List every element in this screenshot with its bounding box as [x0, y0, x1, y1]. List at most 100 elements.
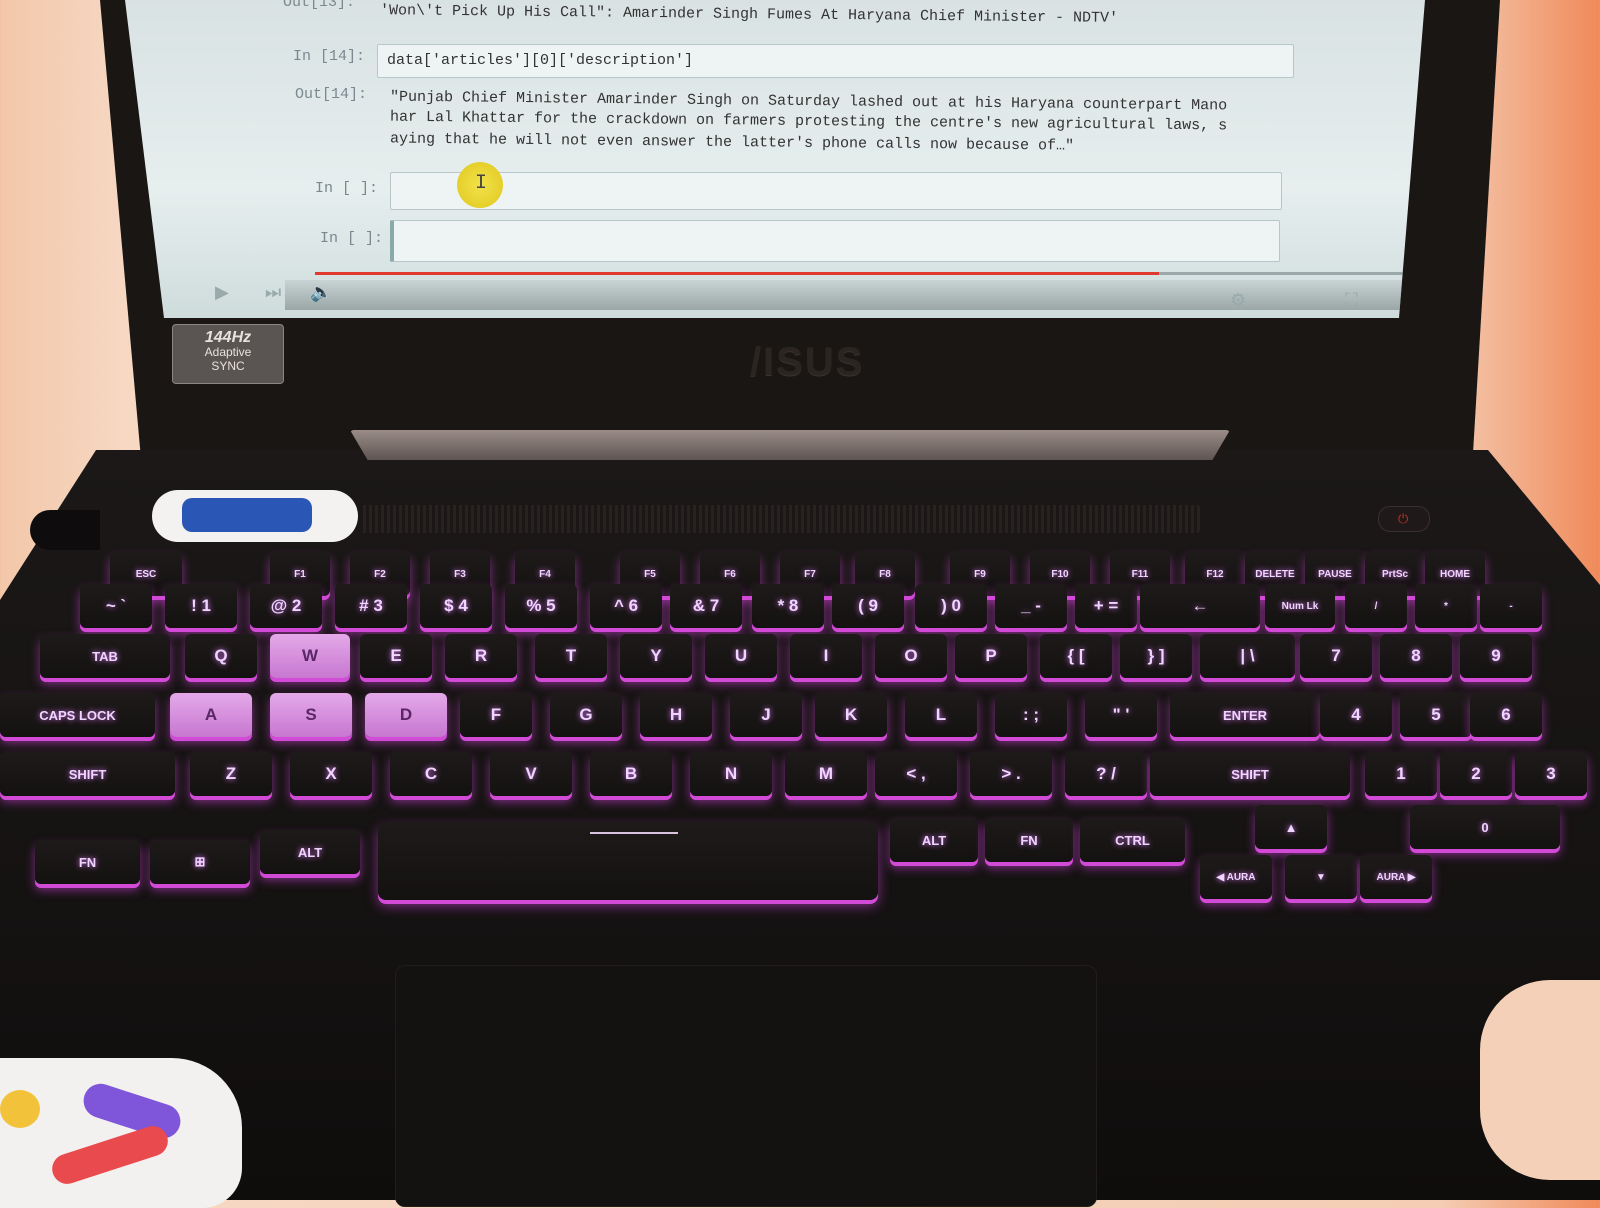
key-5[interactable]: % 5 — [505, 584, 577, 628]
logo-sticker — [0, 1058, 242, 1208]
key-0[interactable]: ) 0 — [915, 584, 987, 628]
key-7[interactable]: 7 — [1300, 634, 1372, 678]
key-[interactable]: ? / — [1065, 752, 1147, 796]
key-9[interactable]: 9 — [1460, 634, 1532, 678]
touchpad[interactable] — [395, 965, 1097, 1207]
empty-cell-1[interactable] — [390, 172, 1282, 210]
spacebar-mark — [590, 832, 678, 834]
key-v[interactable]: V — [490, 752, 572, 796]
key-6[interactable]: 6 — [1470, 693, 1542, 737]
key-e[interactable]: E — [360, 634, 432, 678]
key-9[interactable]: ( 9 — [832, 584, 904, 628]
key-q[interactable]: Q — [185, 634, 257, 678]
key-fn[interactable]: FN — [985, 818, 1073, 862]
key-alt[interactable]: ALT — [260, 830, 360, 874]
play-icon[interactable]: ▶ — [215, 282, 229, 303]
key-j[interactable]: J — [730, 693, 802, 737]
key-[interactable]: | \ — [1200, 634, 1295, 678]
key-o[interactable]: O — [875, 634, 947, 678]
key-[interactable]: ← — [1140, 584, 1260, 628]
key-g[interactable]: G — [550, 693, 622, 737]
settings-icon[interactable]: ⚙ — [1230, 290, 1246, 311]
key-z[interactable]: Z — [190, 752, 272, 796]
key-n[interactable]: N — [690, 752, 772, 796]
key-2[interactable]: @ 2 — [250, 584, 322, 628]
key-[interactable]: / — [1345, 584, 1407, 628]
key-r[interactable]: R — [445, 634, 517, 678]
key-shift[interactable]: SHIFT — [0, 752, 175, 796]
key-d[interactable]: D — [365, 693, 447, 737]
key-1[interactable]: 1 — [1365, 752, 1437, 796]
key-8[interactable]: 8 — [1380, 634, 1452, 678]
key-k[interactable]: K — [815, 693, 887, 737]
key-7[interactable]: & 7 — [670, 584, 742, 628]
key-aura[interactable]: AURA ▶ — [1360, 855, 1432, 899]
key-a[interactable]: A — [170, 693, 252, 737]
key-6[interactable]: ^ 6 — [590, 584, 662, 628]
out13-text: 'Won\'t Pick Up His Call": Amarinder Sin… — [379, 2, 1119, 27]
key-tab[interactable]: TAB — [40, 634, 170, 678]
key-[interactable]: } ] — [1120, 634, 1192, 678]
usb-cable — [30, 510, 100, 550]
key-b[interactable]: B — [590, 752, 672, 796]
car-graphic — [182, 498, 312, 532]
key-w[interactable]: W — [270, 634, 350, 678]
empty-cell-2-prompt: In [ ]: — [320, 230, 384, 247]
key-[interactable]: < , — [875, 752, 957, 796]
key-num-lk[interactable]: Num Lk — [1265, 584, 1335, 628]
key-i[interactable]: I — [790, 634, 862, 678]
laptop-screen: Out[13]: 'Won\'t Pick Up His Call": Amar… — [125, 0, 1425, 318]
key-[interactable]: > . — [970, 752, 1052, 796]
key-[interactable]: ▼ — [1285, 855, 1357, 899]
key-caps-lock[interactable]: CAPS LOCK — [0, 693, 155, 737]
key-[interactable]: - — [1480, 584, 1542, 628]
hinge — [350, 430, 1230, 460]
key-f[interactable]: F — [460, 693, 532, 737]
key-[interactable]: ▲ — [1255, 805, 1327, 849]
power-button[interactable]: ⏻ — [1378, 506, 1430, 532]
key-[interactable]: : ; — [995, 693, 1067, 737]
next-icon[interactable]: ⏭ — [265, 282, 281, 303]
key-u[interactable]: U — [705, 634, 777, 678]
vent-grille — [360, 505, 1200, 533]
volume-icon[interactable]: 🔈 — [310, 282, 332, 303]
key-[interactable]: " ' — [1085, 693, 1157, 737]
key-3[interactable]: 3 — [1515, 752, 1587, 796]
key-x[interactable]: X — [290, 752, 372, 796]
key-m[interactable]: M — [785, 752, 867, 796]
key-3[interactable]: # 3 — [335, 584, 407, 628]
fullscreen-icon[interactable]: ⛶ — [1345, 290, 1358, 311]
key-[interactable]: ⊞ — [150, 840, 250, 884]
key-l[interactable]: L — [905, 693, 977, 737]
key-[interactable]: ~ ` — [80, 584, 152, 628]
key-enter[interactable]: ENTER — [1170, 693, 1320, 737]
key-8[interactable]: * 8 — [752, 584, 824, 628]
key-[interactable]: _ - — [995, 584, 1067, 628]
key-0[interactable]: 0 — [1410, 805, 1560, 849]
adaptive-sync-badge: 144Hz Adaptive SYNC — [172, 324, 284, 384]
key-aura[interactable]: ◀ AURA — [1200, 855, 1272, 899]
key-alt[interactable]: ALT — [890, 818, 978, 862]
key-2[interactable]: 2 — [1440, 752, 1512, 796]
key-ctrl[interactable]: CTRL — [1080, 818, 1185, 862]
key-fn[interactable]: FN — [35, 840, 140, 884]
key-1[interactable]: ! 1 — [165, 584, 237, 628]
key-p[interactable]: P — [955, 634, 1027, 678]
key-[interactable]: * — [1415, 584, 1477, 628]
key-c[interactable]: C — [390, 752, 472, 796]
key-s[interactable]: S — [270, 693, 352, 737]
badge-line1: Adaptive — [204, 345, 252, 359]
key-4[interactable]: $ 4 — [420, 584, 492, 628]
key-[interactable]: { [ — [1040, 634, 1112, 678]
key-shift[interactable]: SHIFT — [1150, 752, 1350, 796]
car-sticker — [152, 490, 358, 542]
key-h[interactable]: H — [640, 693, 712, 737]
key-y[interactable]: Y — [620, 634, 692, 678]
in14-prompt: In [14]: — [293, 48, 366, 65]
in14-code: data['articles'][0]['description'] — [387, 52, 694, 69]
key-t[interactable]: T — [535, 634, 607, 678]
empty-cell-2[interactable] — [390, 220, 1280, 262]
key-5[interactable]: 5 — [1400, 693, 1472, 737]
key-4[interactable]: 4 — [1320, 693, 1392, 737]
key-[interactable]: + = — [1075, 584, 1137, 628]
